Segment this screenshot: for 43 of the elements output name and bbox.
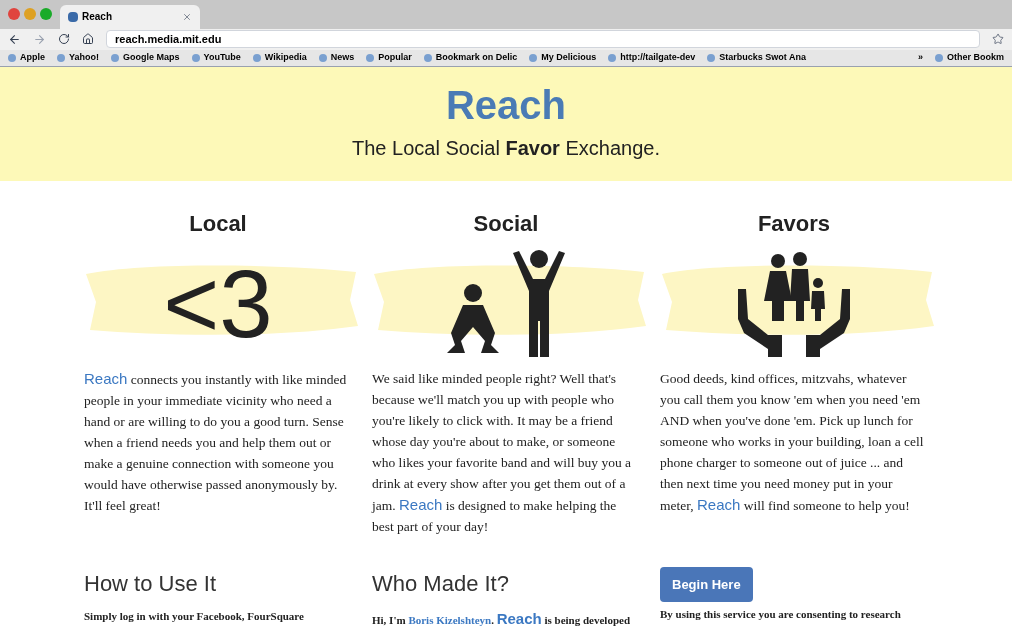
close-tab-icon[interactable] bbox=[182, 11, 192, 22]
close-window-icon[interactable] bbox=[8, 8, 20, 21]
paragraph: Good deeds, kind offices, mitzvahs, whatever you call them you know 'em when you need 'em AND when you've done 'em. Pick up lunch for someone who works in your building, loan a cell phone charger to someone out of juice ... and then next time you need money put in your meter, Reach will find someone to help you! bbox=[660, 369, 925, 515]
bookmark-item[interactable]: Yahoo! bbox=[57, 51, 100, 65]
feature-heading: Local bbox=[188, 209, 248, 238]
tagline: The Local Social Favor Exchange. bbox=[352, 135, 660, 161]
tab-title: Reach bbox=[82, 10, 113, 25]
bookmark-item[interactable]: Apple bbox=[8, 51, 45, 65]
url-field[interactable]: reach.media.mit.edu bbox=[106, 30, 980, 49]
bookmark-item[interactable]: Starbucks Swot Ana bbox=[707, 51, 806, 65]
back-icon[interactable] bbox=[8, 32, 21, 46]
site-title: Reach bbox=[445, 84, 567, 125]
paragraph: Reach connects you instantly with like minded people in your immediate vicinity who need a hand or are willing to do you a good turn. Sense when a friend needs you and help them out or make a genuine connection with someone you would have otherwise passed anonymously by. It'll feel great! bbox=[84, 368, 348, 515]
home-icon[interactable] bbox=[82, 33, 94, 46]
bookmarks-overflow[interactable]: » bbox=[917, 51, 923, 65]
paragraph: We said like minded people right? Well that's because we'll match you up with people who you're likely to click with. It may be a friend whose day you're about to make, or someone who likes your favorite band and will buy you a drink at every show after you get them out of a jam. Reach is designed to make helping the best part of your day! bbox=[372, 369, 633, 536]
bookmark-item[interactable]: YouTube bbox=[191, 51, 241, 65]
bookmark-item[interactable]: Google Maps bbox=[111, 51, 180, 65]
zoom-window-icon[interactable] bbox=[40, 8, 52, 21]
bookmark-item[interactable]: Wikipedia bbox=[252, 51, 307, 65]
feature-heading: Favors bbox=[756, 209, 832, 238]
reach-link[interactable]: Reach bbox=[696, 495, 741, 513]
section-heading: Who Made It? bbox=[372, 569, 510, 598]
paragraph: Simply log in with your Facebook, FourSquare bbox=[84, 608, 305, 624]
reach-link[interactable]: Reach bbox=[84, 369, 128, 387]
bookmark-item[interactable]: My Delicious bbox=[529, 51, 597, 65]
bookmark-item[interactable]: http://tailgate-dev bbox=[608, 51, 696, 65]
heart-emoticon: <3 bbox=[163, 249, 273, 357]
bookmark-item[interactable]: News bbox=[318, 51, 355, 65]
begin-button[interactable]: Begin Here bbox=[660, 566, 753, 602]
bookmark-item[interactable]: Popular bbox=[366, 51, 412, 65]
section-heading: How to Use It bbox=[84, 569, 218, 598]
reload-icon[interactable] bbox=[58, 33, 70, 46]
star-icon[interactable] bbox=[992, 33, 1004, 46]
bookmark-item[interactable]: Bookmark on Delic bbox=[423, 51, 518, 65]
reach-link[interactable]: Reach bbox=[399, 495, 443, 513]
browser-tab[interactable]: Reach bbox=[60, 4, 200, 29]
paragraph: Hi, I'm Boris Kizelshteyn. Reach is being developed bbox=[372, 608, 632, 629]
feature-heading: Social bbox=[472, 209, 540, 238]
reach-link[interactable]: Reach bbox=[496, 609, 542, 627]
forward-icon[interactable] bbox=[33, 32, 46, 46]
consent-text: By using this service you are consenting to research bbox=[660, 607, 902, 622]
bookmark-item[interactable]: Other Bookm bbox=[935, 51, 1004, 65]
